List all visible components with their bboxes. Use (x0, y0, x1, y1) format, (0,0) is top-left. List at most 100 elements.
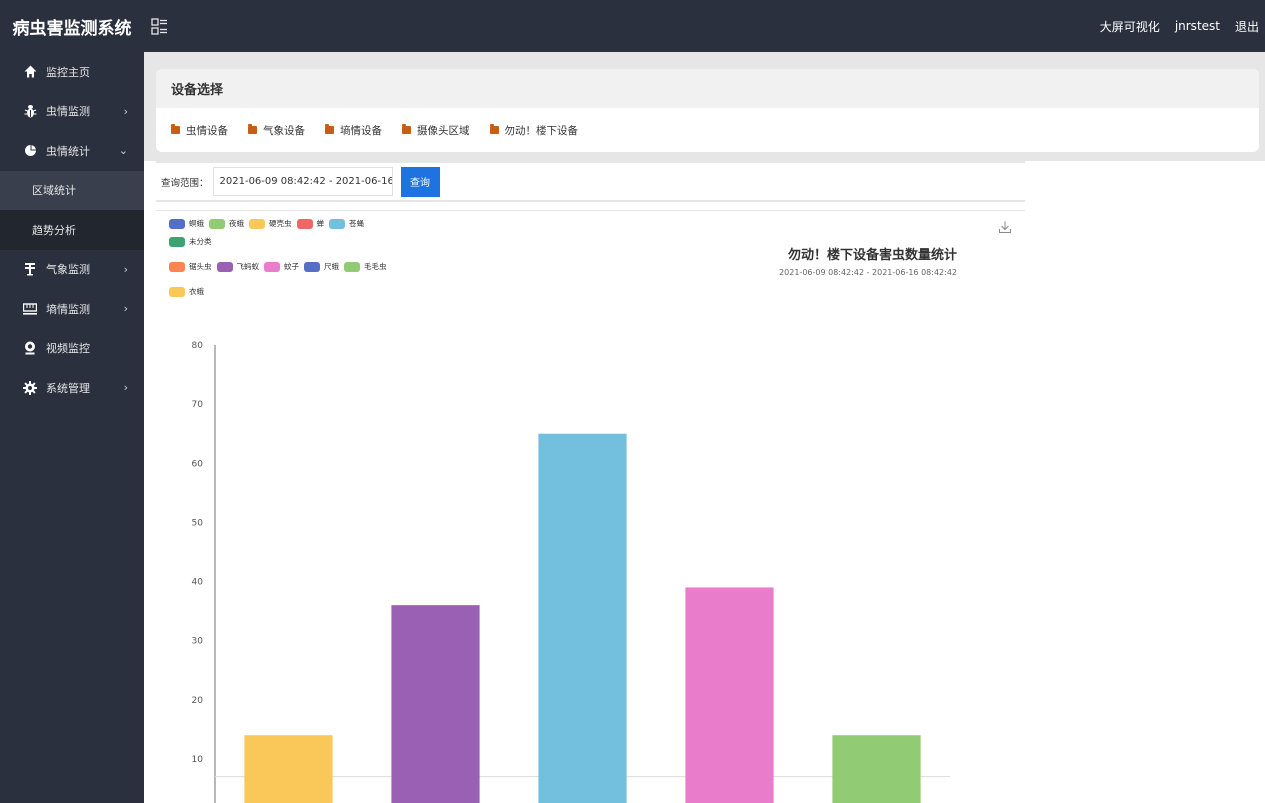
legend-item[interactable]: 蚊子 (264, 261, 299, 272)
sidebar-item-video-monitor[interactable]: 视频监控 (0, 329, 144, 369)
device-item-soil[interactable]: 墒情设备 (325, 123, 382, 138)
legend-swatch (249, 218, 265, 229)
y-tick-label: 10 (192, 755, 204, 765)
legend-swatch (296, 218, 313, 229)
folder-icon (402, 124, 411, 134)
sidebar-item-pest-monitor[interactable]: 虫情监测 › (0, 92, 144, 132)
y-tick-label: 50 (192, 518, 204, 528)
legend-label: 夜蛾 (229, 219, 244, 228)
menu-toggle-icon[interactable] (151, 18, 168, 35)
chevron-right-icon: › (123, 104, 128, 118)
sidebar-item-system-admin[interactable]: 系统管理 › (0, 368, 144, 408)
legend-swatch (209, 218, 225, 229)
date-range-input[interactable] (212, 167, 393, 196)
chart-legend: 螟蛾 夜蛾 硬壳虫 蝉 苍蝇未分类锯头虫 飞蚂蚁 蚊子 尺蛾 毛毛虫衣蛾 (169, 218, 414, 304)
soil-gauge-icon (23, 302, 37, 316)
legend-item[interactable]: 硬壳虫 (249, 218, 292, 229)
legend-swatch (169, 236, 185, 247)
device-item-downstairs[interactable]: 勿动！楼下设备 (489, 123, 579, 138)
bigscreen-link[interactable]: 大屏可视化 (1100, 18, 1160, 35)
bar-毛毛虫[interactable] (832, 735, 921, 803)
home-icon (23, 65, 37, 79)
device-select-card: 设备选择 虫情设备 气象设备 墒情设备 摄像头区域 勿动！楼下设备 (156, 69, 1259, 152)
legend-item[interactable]: 尺蛾 (304, 261, 339, 272)
device-item-weather[interactable]: 气象设备 (248, 123, 305, 138)
legend-item[interactable]: 飞蚂蚁 (216, 261, 259, 272)
device-item-camera-area[interactable]: 摄像头区域 (402, 123, 470, 138)
legend-label: 毛毛虫 (364, 262, 387, 271)
legend-item[interactable]: 夜蛾 (209, 218, 244, 229)
chart-panel: 01020304050607080衣蛾飞蚂蚁苍蝇蚊子毛毛虫 螟蛾夜蛾硬壳虫蝉苍蝇… (156, 210, 1025, 803)
legend-item[interactable]: 未分类 (169, 236, 212, 247)
legend-item[interactable]: 衣蛾 (169, 286, 204, 297)
sidebar-item-label: 虫情统计 (46, 144, 90, 158)
sidebar-item-label: 墒情监测 (46, 302, 90, 316)
device-label: 虫情设备 (186, 124, 228, 137)
device-item-pest[interactable]: 虫情设备 (171, 123, 228, 138)
bar-飞蚂蚁[interactable] (391, 605, 480, 803)
sidebar-item-label: 气象监测 (46, 263, 90, 277)
weather-tower-icon (23, 262, 37, 276)
y-tick-label: 70 (192, 400, 204, 410)
legend-swatch (169, 261, 185, 272)
username-link[interactable]: jnrstest (1175, 19, 1220, 33)
sidebar-item-label: 监控主页 (46, 65, 90, 79)
legend-label: 螟蛾 (189, 219, 204, 228)
legend-item[interactable]: 苍蝇 (329, 218, 364, 229)
sidebar-item-label: 视频监控 (46, 342, 90, 356)
legend-label: 未分类 (189, 237, 212, 246)
legend-item[interactable]: 锯头虫 (169, 261, 212, 272)
legend-item[interactable]: 螟蛾 (169, 218, 204, 229)
device-label: 气象设备 (263, 124, 305, 137)
legend-label: 蝉 (316, 219, 325, 228)
bar-蚊子[interactable] (685, 587, 774, 803)
sidebar-item-weather-monitor[interactable]: 气象监测 › (0, 250, 144, 290)
query-button[interactable]: 查询 (400, 166, 440, 197)
y-tick-label: 20 (192, 696, 204, 706)
legend-label: 尺蛾 (324, 262, 339, 271)
device-label: 墒情设备 (340, 124, 382, 137)
gear-icon (23, 380, 37, 395)
main-content: 设备选择 虫情设备 气象设备 墒情设备 摄像头区域 勿动！楼下设备 查询范围： … (144, 52, 1265, 803)
device-label: 摄像头区域 (417, 124, 470, 137)
chevron-right-icon: › (123, 381, 128, 395)
pie-chart-icon (23, 144, 37, 158)
sidebar-item-pest-stats[interactable]: 虫情统计 ⌄ (0, 131, 144, 171)
sidebar-item-label: 虫情监测 (46, 105, 90, 119)
chart-title: 勿动！楼下设备害虫数量统计 (787, 248, 957, 263)
device-list: 虫情设备 气象设备 墒情设备 摄像头区域 勿动！楼下设备 (156, 108, 1259, 152)
chevron-down-icon: ⌄ (118, 144, 128, 158)
logout-link[interactable]: 退出 (1235, 18, 1259, 35)
legend-item[interactable]: 蝉 (296, 218, 325, 229)
sidebar-item-soil-monitor[interactable]: 墒情监测 › (0, 289, 144, 329)
sidebar-item-monitor-home[interactable]: 监控主页 (0, 52, 144, 92)
legend-swatch (216, 261, 233, 272)
y-tick-label: 30 (192, 637, 204, 647)
query-bar: 查询范围： 查询 (156, 161, 1025, 202)
legend-swatch (169, 286, 185, 297)
download-icon[interactable] (999, 218, 1011, 233)
bar-苍蝇[interactable] (538, 433, 627, 803)
sidebar-subitem-trend-analysis[interactable]: 趋势分析 (0, 210, 144, 250)
legend-swatch (169, 218, 185, 229)
bar-衣蛾[interactable] (244, 735, 333, 803)
bug-icon (23, 104, 37, 118)
device-select-title: 设备选择 (156, 69, 1259, 108)
legend-label: 苍蝇 (349, 219, 364, 228)
sidebar-item-label: 系统管理 (46, 381, 90, 395)
sidebar: 监控主页 虫情监测 › 虫情统计 ⌄ 区域统计 趋势分析 气象监测 › 墒情监测… (0, 52, 144, 803)
sidebar-subitem-region-stats[interactable]: 区域统计 (0, 170, 144, 210)
legend-swatch (329, 218, 345, 229)
legend-label: 衣蛾 (189, 287, 204, 296)
chevron-right-icon: › (123, 262, 128, 276)
folder-icon (325, 124, 334, 134)
y-tick-label: 40 (192, 578, 204, 588)
y-tick-label: 60 (192, 459, 204, 469)
camera-icon (23, 341, 37, 355)
legend-swatch (264, 261, 280, 272)
query-range-label: 查询范围： (161, 177, 209, 189)
legend-item[interactable]: 毛毛虫 (344, 261, 387, 272)
legend-label: 锯头虫 (189, 262, 212, 271)
top-bar: 病虫害监测系统 大屏可视化 jnrstest 退出 (0, 0, 1265, 52)
device-label: 勿动！楼下设备 (504, 124, 579, 137)
